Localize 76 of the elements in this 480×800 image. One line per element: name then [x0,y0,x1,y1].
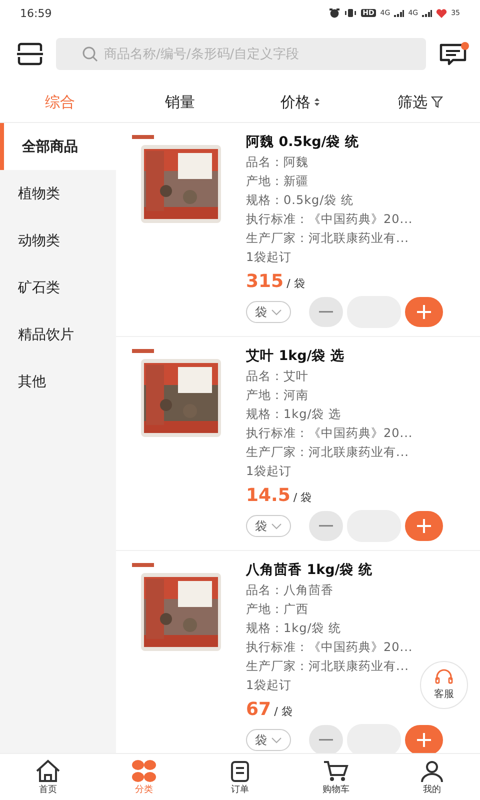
minus-icon [319,311,333,313]
sort-icon [314,97,320,107]
vibrate-icon [344,8,357,18]
unit-dropdown[interactable]: 袋 [246,515,291,537]
category-icon [130,758,158,782]
customer-service-button[interactable]: 客服 [420,661,468,709]
product-detail: 生产厂家：河北联康药业有... [246,230,409,247]
category-item[interactable]: 其他 [0,358,116,405]
caret-icon [271,736,282,744]
nav-tab[interactable]: 我的 [384,754,480,800]
product-detail: 产地：新疆 [246,173,308,190]
search-field[interactable]: 商品名称/编号/条形码/自定义字段 [56,38,426,70]
price-unit: / 袋 [293,490,312,505]
price-unit: / 袋 [286,276,305,291]
signal-icon [422,10,432,16]
unit-dropdown[interactable]: 袋 [246,729,291,751]
product-price: 14.5 [246,485,290,506]
increase-button[interactable] [405,725,443,753]
nav-tab[interactable]: 购物车 [288,754,384,800]
caret-icon [271,308,282,316]
user-icon [418,758,446,782]
product-detail: 执行标准：《中国药典》20... [246,425,413,442]
product-detail: 生产厂家：河北联康药业有... [246,658,409,675]
sort-tab[interactable]: 价格 [240,92,360,112]
plus-icon [416,732,432,748]
category-item[interactable]: 植物类 [0,170,116,217]
product-detail: 品名：八角茴香 [246,582,334,599]
filter-icon [430,96,442,108]
message-button[interactable] [438,41,468,67]
scan-button[interactable] [16,42,44,66]
home-icon [34,758,62,782]
minus-icon [319,739,333,741]
increase-button[interactable] [405,511,443,541]
nav-tab[interactable]: 首页 [0,754,96,800]
sort-tab[interactable]: 销量 [120,92,240,112]
minimum-order: 1袋起订 [246,677,292,694]
cart-icon [322,758,350,782]
signal-icon [394,10,404,16]
product-detail: 规格：0.5kg/袋 统 [246,192,354,209]
heart-icon [436,8,448,18]
minimum-order: 1袋起订 [246,463,292,480]
product-title: 艾叶 1kg/袋 选 [246,347,344,366]
product-price: 67 [246,699,272,720]
decrease-button[interactable] [309,725,343,753]
decrease-button[interactable] [309,297,343,327]
unit-dropdown[interactable]: 袋 [246,301,291,323]
product-detail: 品名：阿魏 [246,154,308,171]
product-detail: 产地：广西 [246,601,308,618]
minimum-order: 1袋起订 [246,249,292,266]
price-unit: / 袋 [274,704,292,719]
product-detail: 品名：艾叶 [246,368,308,385]
product-title: 阿魏 0.5kg/袋 统 [246,133,359,152]
product-price: 315 [246,271,284,292]
category-item[interactable]: 精品饮片 [0,311,116,358]
status-time: 16:59 [20,6,52,20]
product-detail: 产地：河南 [246,387,308,404]
caret-icon [271,522,282,530]
product-title: 八角茴香 1kg/袋 统 [246,561,372,580]
alarm-icon [328,8,340,18]
sort-tab[interactable]: 筛选 [360,92,480,112]
search-icon [82,46,98,62]
plus-icon [416,518,432,534]
headset-icon [434,669,454,685]
minus-icon [319,525,333,527]
category-item[interactable]: 全部商品 [0,123,116,170]
increase-button[interactable] [405,297,443,327]
category-item[interactable]: 动物类 [0,217,116,264]
product-detail: 执行标准：《中国药典》20... [246,211,413,228]
decrease-button[interactable] [309,511,343,541]
plus-icon [416,304,432,320]
product-detail: 执行标准：《中国药典》20... [246,639,413,656]
product-detail: 规格：1kg/袋 统 [246,620,342,637]
category-item[interactable]: 矿石类 [0,264,116,311]
product-detail: 规格：1kg/袋 选 [246,406,342,423]
nav-tab[interactable]: 订单 [192,754,288,800]
product-detail: 生产厂家：河北联康药业有... [246,444,409,461]
